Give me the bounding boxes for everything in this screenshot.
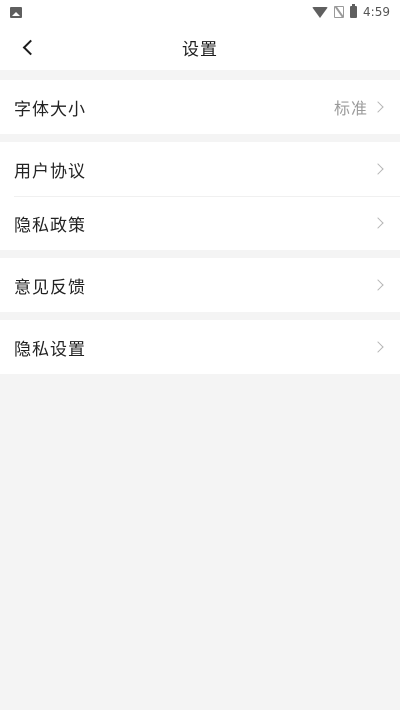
status-time: 4:59 xyxy=(363,5,390,19)
section-spacer xyxy=(0,70,400,80)
chevron-right-icon xyxy=(372,101,384,113)
chevron-left-icon xyxy=(22,39,38,55)
section-spacer xyxy=(0,134,400,142)
settings-item-privacy-policy[interactable]: 隐私政策 xyxy=(0,196,400,250)
font-size-value: 标准 xyxy=(333,99,368,118)
chevron-right-icon xyxy=(372,279,384,291)
nav-header: 设置 xyxy=(0,24,400,70)
settings-item-right xyxy=(372,279,386,291)
wifi-icon xyxy=(312,6,329,18)
section-spacer xyxy=(0,250,400,258)
settings-item-label: 隐私设置 xyxy=(14,339,86,360)
chevron-right-icon xyxy=(372,217,384,229)
settings-item-right: 标准 xyxy=(334,95,386,119)
settings-item-user-agreement[interactable]: 用户协议 xyxy=(0,142,400,196)
settings-group-privacy: 隐私设置 xyxy=(0,320,400,374)
page-title: 设置 xyxy=(182,39,218,60)
settings-item-feedback[interactable]: 意见反馈 xyxy=(0,258,400,312)
status-bar: 4:59 xyxy=(0,0,400,24)
status-right: 4:59 xyxy=(312,4,390,19)
settings-group-legal: 用户协议 隐私政策 xyxy=(0,142,400,250)
settings-group-feedback: 意见反馈 xyxy=(0,258,400,312)
status-left xyxy=(10,6,22,18)
settings-group-display: 字体大小 标准 xyxy=(0,80,400,134)
chevron-right-icon xyxy=(372,163,384,175)
chevron-right-icon xyxy=(372,341,384,353)
settings-item-label: 字体大小 xyxy=(14,99,86,120)
section-spacer xyxy=(0,312,400,320)
settings-item-label: 隐私政策 xyxy=(14,215,86,236)
back-button[interactable] xyxy=(14,24,42,70)
settings-item-label: 意见反馈 xyxy=(14,277,86,298)
settings-screen: 4:59 设置 字体大小 标准 用户协议 隐私政策 意见反馈 隐私设置 xyxy=(0,0,400,710)
battery-icon xyxy=(350,4,358,18)
no-sim-icon xyxy=(334,6,345,18)
settings-item-right xyxy=(372,163,386,175)
settings-item-privacy-settings[interactable]: 隐私设置 xyxy=(0,320,400,374)
settings-item-label: 用户协议 xyxy=(14,161,86,182)
settings-item-right xyxy=(372,217,386,229)
settings-item-right xyxy=(372,341,386,353)
settings-item-font-size[interactable]: 字体大小 标准 xyxy=(0,80,400,134)
image-notification-icon xyxy=(10,6,22,18)
